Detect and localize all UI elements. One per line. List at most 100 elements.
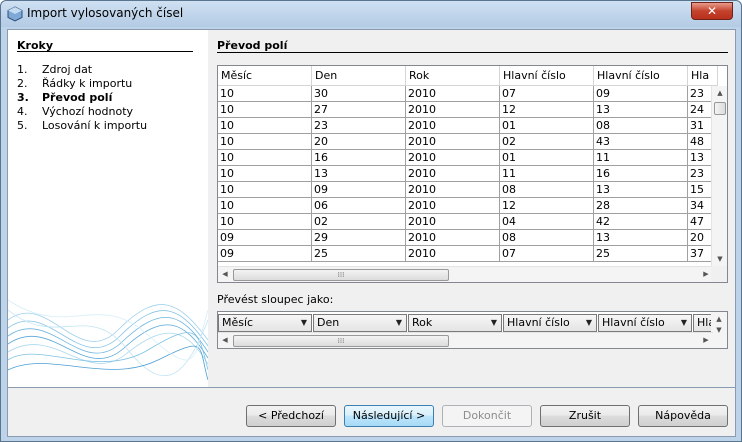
table-cell[interactable]: 2010 [406,86,500,102]
cancel-button[interactable]: Zrušit [540,405,630,427]
scroll-left-icon[interactable]: ◀ [218,267,232,282]
table-cell[interactable]: 2010 [406,198,500,214]
table-cell[interactable]: 08 [594,118,688,134]
table-row[interactable]: 10 09 2010 08 13 15 [218,182,718,198]
table-cell[interactable]: 2010 [406,230,500,246]
table-cell[interactable]: 10 [218,86,312,102]
table-cell[interactable]: 10 [218,182,312,198]
table-row[interactable]: 10 16 2010 01 11 13 [218,150,718,166]
table-cell[interactable]: 10 [218,134,312,150]
table-cell[interactable]: 25 [312,246,406,262]
table-cell[interactable]: 10 [218,214,312,230]
table-cell[interactable]: 30 [312,86,406,102]
scroll-spinner[interactable]: ▲ ▼ [711,312,727,348]
table-cell[interactable]: 10 [218,118,312,134]
column-header[interactable]: Den [312,66,406,86]
column-header[interactable]: Rok [406,66,500,86]
help-button[interactable]: Nápověda [638,405,728,427]
dropdown-arrow-icon: ▼ [585,318,592,327]
table-cell[interactable]: 2010 [406,246,500,262]
table-cell[interactable]: 01 [500,118,594,134]
previous-button[interactable]: < Předchozí [246,405,336,427]
column-header[interactable]: Hlavní číslo [500,66,594,86]
table-cell[interactable]: 01 [500,150,594,166]
table-cell[interactable]: 08 [500,230,594,246]
horizontal-scrollbar[interactable]: ◀ ⁞⁞⁞ ▶ [218,332,713,348]
table-cell[interactable]: 12 [500,102,594,118]
table-cell[interactable]: 13 [312,166,406,182]
table-cell[interactable]: 02 [312,214,406,230]
table-cell[interactable]: 28 [594,198,688,214]
table-cell[interactable]: 02 [500,134,594,150]
table-cell[interactable]: 10 [218,102,312,118]
column-type-select[interactable]: Den ▼ [313,314,407,332]
table-cell[interactable]: 20 [312,134,406,150]
table-cell[interactable]: 09 [312,182,406,198]
table-cell[interactable]: 12 [500,198,594,214]
table-cell[interactable]: 13 [594,182,688,198]
table-cell[interactable]: 43 [594,134,688,150]
table-cell[interactable]: 11 [594,150,688,166]
horizontal-scrollbar[interactable]: ◀ ⁞⁞⁞ ▶ [218,266,713,282]
table-row[interactable]: 09 29 2010 08 13 20 [218,230,718,246]
horizontal-scroll-thumb[interactable]: ⁞⁞⁞ [233,335,449,347]
table-cell[interactable]: 2010 [406,134,500,150]
table-row[interactable]: 10 06 2010 12 28 34 [218,198,718,214]
column-header[interactable]: Měsíc [218,66,312,86]
table-cell[interactable]: 10 [218,150,312,166]
scroll-right-icon[interactable]: ▶ [699,333,713,348]
table-cell[interactable]: 09 [594,86,688,102]
column-type-select[interactable]: Rok ▼ [408,314,502,332]
vertical-scroll-thumb[interactable] [714,102,726,115]
scroll-up-icon[interactable]: ▲ [712,86,727,100]
table-cell[interactable]: 13 [594,230,688,246]
table-cell[interactable]: 42 [594,214,688,230]
table-cell[interactable]: 25 [594,246,688,262]
vertical-scrollbar[interactable]: ▲ ▼ [711,86,727,266]
table-cell[interactable]: 06 [312,198,406,214]
table-cell[interactable]: 10 [218,198,312,214]
column-header[interactable]: Hlavní číslo [594,66,688,86]
table-cell[interactable]: 2010 [406,214,500,230]
table-cell[interactable]: 2010 [406,150,500,166]
table-row[interactable]: 10 13 2010 11 16 23 [218,166,718,182]
title-bar[interactable]: Import vylosovaných čísel ✕ [1,1,741,27]
close-icon[interactable]: ✕ [691,2,733,20]
column-type-select[interactable]: Hlavní číslo ▼ [598,314,692,332]
finish-button[interactable]: Dokončit [442,405,532,427]
table-cell[interactable]: 04 [500,214,594,230]
scroll-down-icon[interactable]: ▼ [711,325,727,336]
table-row[interactable]: 10 23 2010 01 08 31 [218,118,718,134]
table-cell[interactable]: 13 [594,102,688,118]
column-type-select[interactable]: Měsíc ▼ [218,314,312,332]
preview-grid[interactable]: Měsíc Den Rok Hlavní číslo Hlavní číslo … [217,65,728,283]
scroll-up-icon[interactable]: ▲ [711,314,727,325]
table-cell[interactable]: 2010 [406,166,500,182]
table-cell[interactable]: 07 [500,246,594,262]
next-button[interactable]: Následující > [344,405,434,427]
table-cell[interactable]: 23 [312,118,406,134]
table-cell[interactable]: 09 [218,246,312,262]
table-cell[interactable]: 10 [218,166,312,182]
horizontal-scroll-thumb[interactable]: ⁞⁞⁞ [233,269,449,281]
table-cell[interactable]: 2010 [406,182,500,198]
table-row[interactable]: 10 02 2010 04 42 47 [218,214,718,230]
table-cell[interactable]: 16 [312,150,406,166]
table-row[interactable]: 10 20 2010 02 43 48 [218,134,718,150]
table-cell[interactable]: 07 [500,86,594,102]
table-row[interactable]: 10 30 2010 07 09 23 [218,86,718,102]
table-cell[interactable]: 16 [594,166,688,182]
table-cell[interactable]: 2010 [406,118,500,134]
table-row[interactable]: 09 25 2010 07 25 37 [218,246,718,262]
table-cell[interactable]: 29 [312,230,406,246]
table-row[interactable]: 10 27 2010 12 13 24 [218,102,718,118]
scroll-left-icon[interactable]: ◀ [218,333,232,348]
scroll-down-icon[interactable]: ▼ [712,252,727,266]
table-cell[interactable]: 09 [218,230,312,246]
table-cell[interactable]: 2010 [406,102,500,118]
column-type-select[interactable]: Hlavní číslo ▼ [503,314,597,332]
table-cell[interactable]: 27 [312,102,406,118]
table-cell[interactable]: 11 [500,166,594,182]
column-header[interactable]: Hla [688,66,718,86]
table-cell[interactable]: 08 [500,182,594,198]
